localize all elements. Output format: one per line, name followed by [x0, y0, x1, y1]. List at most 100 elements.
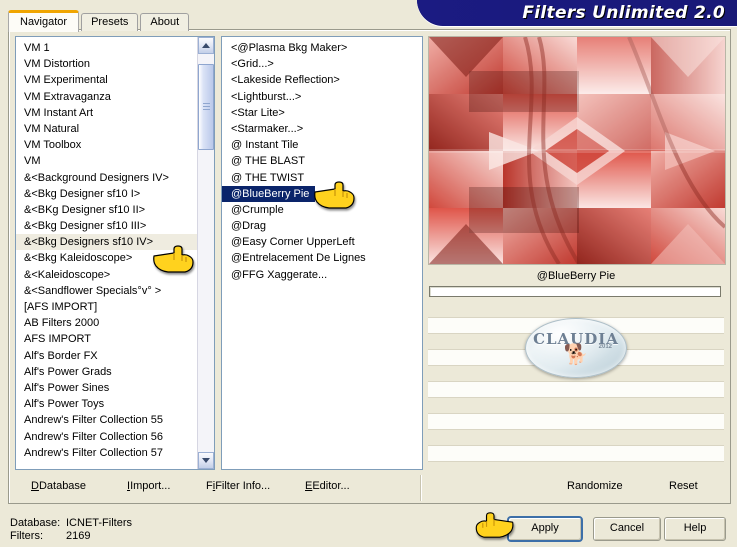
list-item[interactable]: <Star Lite> [222, 105, 422, 121]
list-item-label: <Star Lite> [231, 106, 285, 119]
editor-menu[interactable]: EEditor... [305, 480, 350, 492]
app-title: Filters Unlimited 2.0 [522, 3, 725, 23]
list-item[interactable]: &<Bkg Kaleidoscope> [16, 250, 214, 266]
list-item[interactable]: VM Distortion [16, 56, 214, 72]
filters-unlimited-window: Filters Unlimited 2.0 Navigator Presets … [0, 0, 737, 547]
list-item[interactable]: &<Bkg Designer sf10 III> [16, 218, 214, 234]
parameter-row[interactable] [428, 302, 724, 318]
toolbar-separator [420, 475, 421, 501]
list-item[interactable]: VM Instant Art [16, 105, 214, 121]
parameter-rows: CLAUDIA 2012 🐕 [428, 302, 724, 468]
list-item-label: @Crumple [231, 203, 284, 216]
category-scrollbar[interactable] [197, 37, 214, 469]
list-item[interactable]: VM 1 [16, 40, 214, 56]
editor-menu-label: Editor... [312, 480, 350, 492]
list-item[interactable]: VM [16, 153, 214, 169]
import-menu[interactable]: IImport... [127, 480, 170, 492]
grip-icon [203, 103, 210, 111]
list-item[interactable]: @ THE BLAST [222, 153, 422, 169]
chevron-down-icon [202, 458, 210, 463]
list-item[interactable]: Alf's Border FX [16, 348, 214, 364]
parameter-row[interactable] [428, 398, 724, 414]
list-item[interactable]: VM Experimental [16, 72, 214, 88]
help-button[interactable]: Help [664, 517, 726, 541]
randomize-button[interactable]: Randomize [567, 480, 623, 492]
list-item[interactable]: @ Instant Tile [222, 137, 422, 153]
database-menu[interactable]: DDatabase [31, 480, 86, 492]
cancel-button[interactable]: Cancel [593, 517, 661, 541]
list-item-label: <Lightburst...> [231, 90, 302, 103]
list-item[interactable]: VM Natural [16, 121, 214, 137]
list-item[interactable]: Andrew's Filter Collection 55 [16, 412, 214, 428]
filters-value: 2169 [66, 530, 91, 542]
scroll-up-button[interactable] [198, 37, 214, 54]
list-item[interactable]: @Easy Corner UpperLeft [222, 234, 422, 250]
tab-navigator[interactable]: Navigator [8, 10, 80, 32]
list-item[interactable]: &<Sandflower Specials°v° > [16, 283, 214, 299]
tab-presets[interactable]: Presets [81, 13, 139, 31]
list-item-label: Andrew's Filter Collection 55 [24, 414, 164, 427]
list-item[interactable]: Alf's Power Toys [16, 396, 214, 412]
title-banner: Filters Unlimited 2.0 [417, 0, 737, 26]
list-item[interactable]: Andrew's Filter Collection 57 [16, 445, 214, 461]
list-item[interactable]: &<Background Designers IV> [16, 170, 214, 186]
parameter-row[interactable] [428, 382, 724, 398]
list-item[interactable]: &<Bkg Designers sf10 IV> [16, 234, 214, 251]
parameter-row[interactable] [428, 430, 724, 446]
scroll-down-button[interactable] [198, 452, 214, 469]
filters-label: Filters: [10, 530, 43, 542]
list-item[interactable]: @FFG Xaggerate... [222, 267, 422, 283]
list-item[interactable]: &<Kaleidoscope> [16, 267, 214, 283]
list-item-label: Alf's Power Sines [24, 381, 110, 394]
list-item[interactable]: <Lakeside Reflection> [222, 72, 422, 88]
list-item[interactable]: AB Filters 2000 [16, 315, 214, 331]
list-item-label: VM [24, 155, 41, 168]
list-item[interactable]: @Drag [222, 218, 422, 234]
parameter-row[interactable] [428, 446, 724, 462]
list-item[interactable]: <Lightburst...> [222, 89, 422, 105]
list-item[interactable]: [AFS IMPORT] [16, 299, 214, 315]
list-item[interactable]: AFS IMPORT [16, 331, 214, 347]
list-item-label: @Easy Corner UpperLeft [231, 236, 355, 249]
list-item-label: VM Instant Art [24, 106, 94, 119]
list-item-label: @Entrelacement De Lignes [231, 252, 366, 265]
list-item[interactable]: <Starmaker...> [222, 121, 422, 137]
list-item-label: &<Bkg Designers sf10 IV> [16, 234, 214, 251]
list-item[interactable]: <Grid...> [222, 56, 422, 72]
import-menu-label: Import... [130, 480, 171, 492]
list-item-label: @ Instant Tile [231, 139, 299, 152]
reset-button[interactable]: Reset [669, 480, 698, 492]
list-item[interactable]: @ THE TWIST [222, 170, 422, 186]
scroll-track[interactable] [198, 54, 214, 452]
list-item[interactable]: &<Bkg Designer sf10 I> [16, 186, 214, 202]
category-listbox[interactable]: VM 1 VM Distortion VM Experimental VM Extra… [15, 36, 215, 470]
list-item-label: &<Bkg Kaleidoscope> [24, 252, 133, 265]
list-item-label: &<BKg Designer sf10 II> [24, 203, 146, 216]
list-item[interactable]: @Entrelacement De Lignes [222, 250, 422, 266]
list-item-label: Alf's Power Grads [24, 365, 112, 378]
list-item-label: &<Kaleidoscope> [24, 268, 111, 281]
list-item[interactable]: Alf's Power Sines [16, 380, 214, 396]
list-item[interactable]: Alf's Power Grads [16, 364, 214, 380]
list-item[interactable]: &<BKg Designer sf10 II> [16, 202, 214, 218]
list-item[interactable]: @Crumple [222, 202, 422, 218]
scroll-thumb[interactable] [198, 64, 214, 150]
list-item[interactable]: VM Extravaganza [16, 89, 214, 105]
filter-info-menu[interactable]: FiFilter Info... [206, 480, 270, 492]
list-item-label: &<Sandflower Specials°v° > [24, 284, 162, 297]
preview-caption: @BlueBerry Pie [536, 270, 616, 282]
apply-button[interactable]: Apply [508, 517, 582, 541]
preview-progress-bar[interactable] [429, 286, 721, 297]
list-item[interactable]: @BlueBerry Pie [222, 185, 422, 202]
filter-listbox[interactable]: <@Plasma Bkg Maker> <Grid...> <Lakeside Re… [221, 36, 423, 470]
parameter-row[interactable] [428, 414, 724, 430]
database-value: ICNET-Filters [66, 517, 132, 529]
list-item-label: <Lakeside Reflection> [231, 74, 340, 87]
list-item[interactable]: Andrew's Filter Collection 56 [16, 429, 214, 445]
database-label: Database: [10, 517, 61, 529]
tab-strip: Navigator Presets About [8, 10, 191, 32]
list-item[interactable]: VM Toolbox [16, 137, 214, 153]
tab-about[interactable]: About [140, 13, 190, 31]
list-item[interactable]: <@Plasma Bkg Maker> [222, 40, 422, 56]
preview-render [429, 37, 725, 264]
